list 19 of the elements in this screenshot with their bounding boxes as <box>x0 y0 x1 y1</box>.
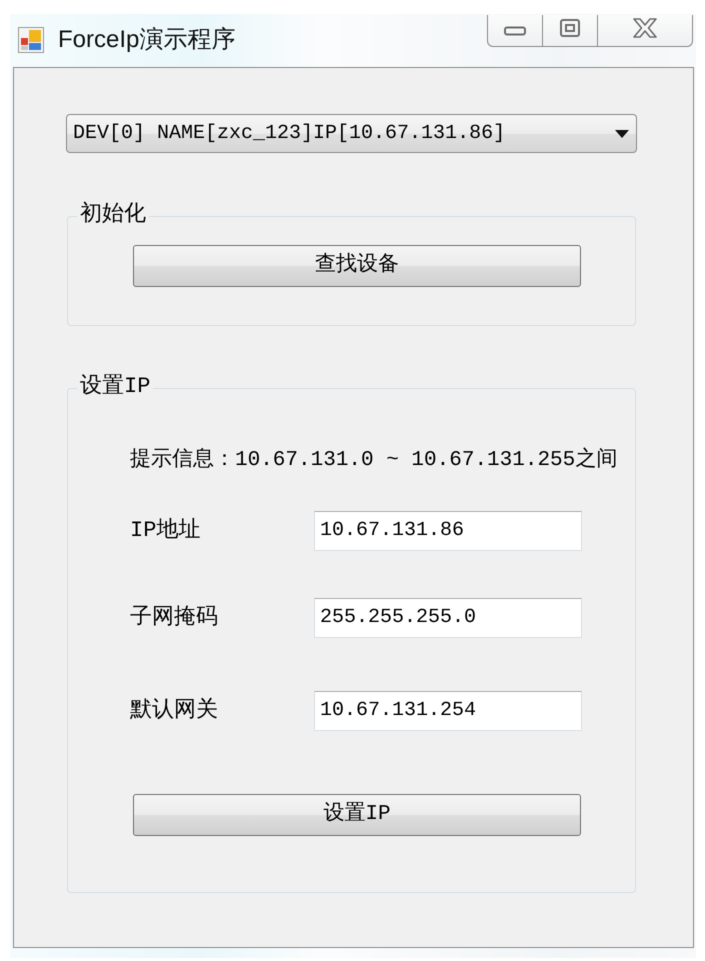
app-icon <box>18 27 44 53</box>
field-label: IP地址 <box>130 517 202 545</box>
device-dropdown[interactable]: DEV[0] NAME[zxc_123]IP[10.67.131.86] <box>66 114 637 153</box>
find-device-button[interactable]: 查找设备 <box>133 245 581 287</box>
minimize-button[interactable] <box>487 15 543 47</box>
maximize-button[interactable] <box>543 15 598 47</box>
input-field[interactable]: 10.67.131.254 <box>314 691 582 731</box>
field-label: 子网掩码 <box>130 604 219 632</box>
input-field[interactable]: 255.255.255.0 <box>314 598 582 638</box>
maximize-icon <box>560 18 580 36</box>
set-ip-button[interactable]: 设置IP <box>133 794 581 836</box>
hint-text: 提示信息：10.67.131.0 ~ 10.67.131.255之间 <box>130 447 618 474</box>
dropdown-arrow-icon <box>615 130 629 138</box>
close-button[interactable] <box>598 15 693 47</box>
window-title: ForceIp演示程序 <box>58 26 236 54</box>
field-label: 默认网关 <box>130 697 219 725</box>
input-field[interactable]: 10.67.131.86 <box>314 511 582 551</box>
close-icon <box>632 18 658 38</box>
minimize-icon <box>504 26 526 36</box>
